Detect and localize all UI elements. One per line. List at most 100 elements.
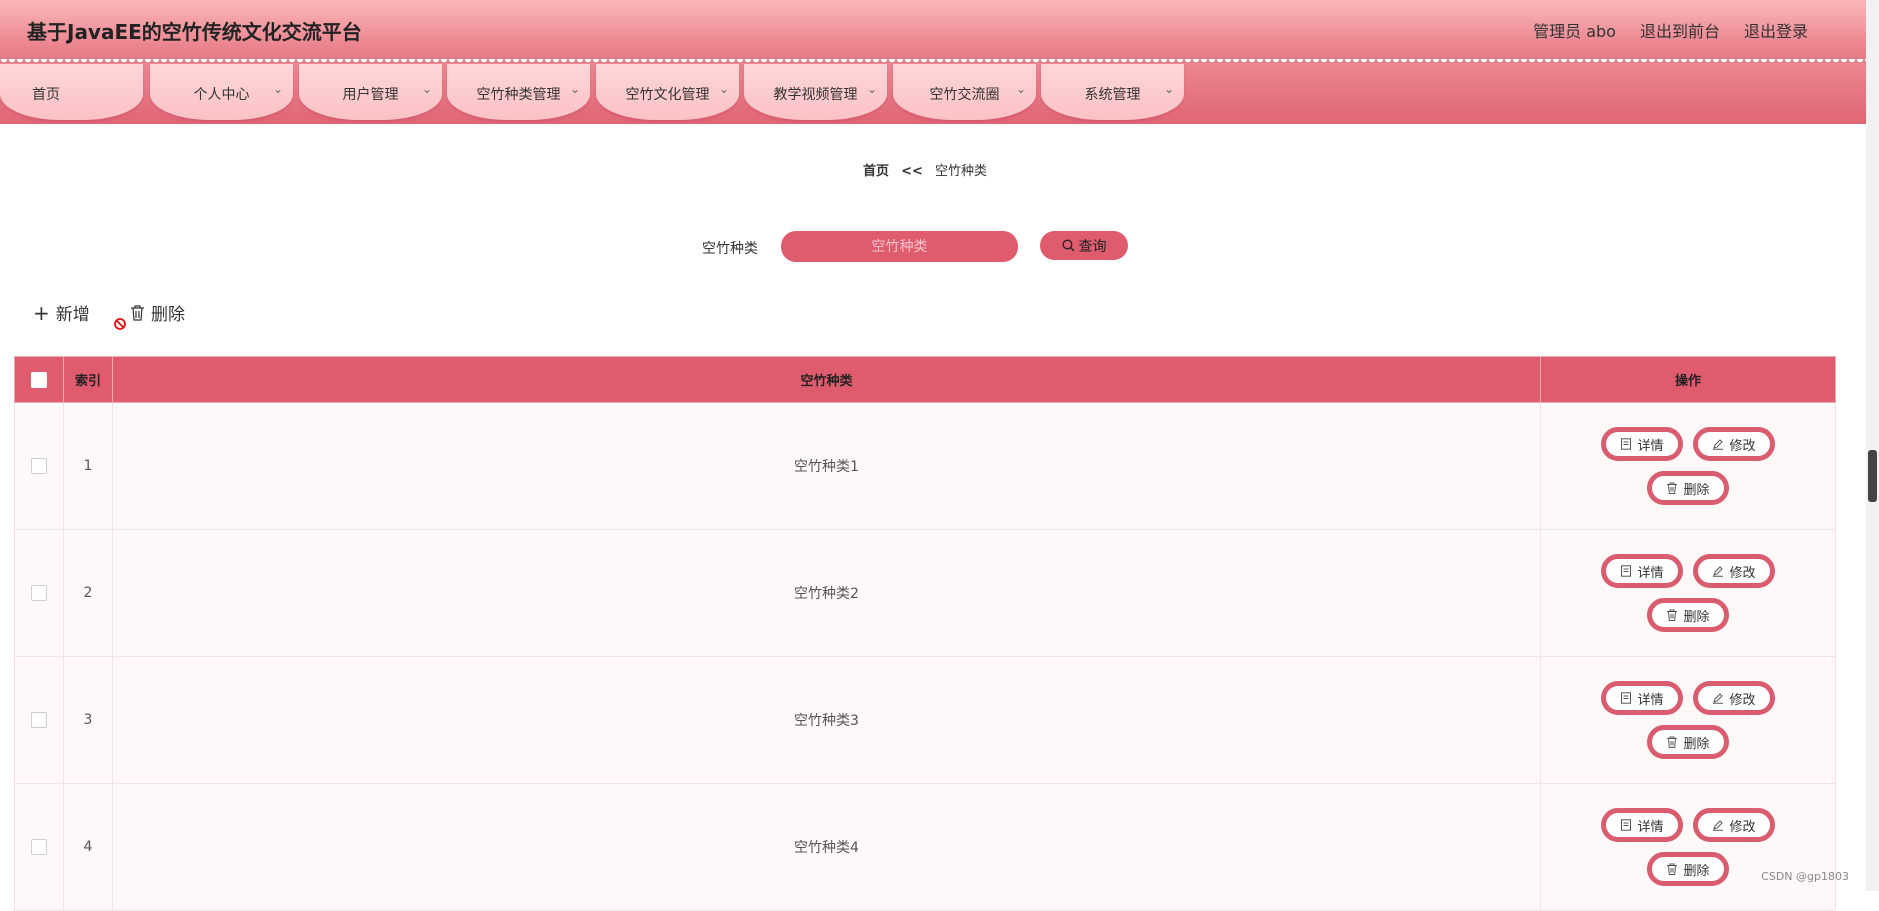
batch-delete-button[interactable]: 删除 xyxy=(130,300,185,325)
trash-icon xyxy=(1667,609,1678,621)
nav-item-label: 教学视频管理 xyxy=(773,87,858,103)
edit-button[interactable]: 修改 xyxy=(1693,681,1775,715)
delete-label: 删除 xyxy=(1683,736,1710,752)
nav-item-video-management[interactable]: 教学视频管理 ⌄ xyxy=(744,64,887,120)
delete-label: 删除 xyxy=(1683,609,1710,625)
delete-button[interactable]: 删除 xyxy=(1647,471,1729,505)
trash-icon xyxy=(131,304,144,321)
site-title: 基于JavaEE的空竹传统文化交流平台 xyxy=(27,20,362,44)
batch-delete-label: 删除 xyxy=(151,305,185,325)
row-category: 空竹种类3 xyxy=(112,656,1541,784)
row-checkbox[interactable] xyxy=(31,712,47,728)
nav-item-label: 空竹种类管理 xyxy=(476,87,561,103)
row-ops-group: 详情 修改 删除 xyxy=(1588,681,1788,759)
row-category: 空竹种类2 xyxy=(112,529,1541,657)
not-allowed-cursor-icon xyxy=(114,318,126,330)
delete-label: 删除 xyxy=(1683,863,1710,879)
select-all-header xyxy=(14,356,64,403)
search-icon xyxy=(1062,239,1074,252)
delete-button[interactable]: 删除 xyxy=(1647,598,1729,632)
search-input[interactable] xyxy=(781,231,1018,262)
chevron-down-icon: ⌄ xyxy=(569,82,580,96)
table-row: 2 空竹种类2 详情 修改 删除 xyxy=(14,529,1836,657)
breadcrumb-home[interactable]: 首页 xyxy=(863,164,889,179)
row-select-cell xyxy=(14,656,64,784)
detail-label: 详情 xyxy=(1637,438,1664,454)
row-index: 4 xyxy=(63,783,113,911)
header-user-menu: 管理员 abo 退出到前台 退出登录 xyxy=(1533,18,1808,42)
row-ops: 详情 修改 删除 xyxy=(1540,656,1836,784)
category-table: 索引 空竹种类 操作 1 空竹种类1 详情 修改 删除 2 空竹种类2 详情 修… xyxy=(14,356,1836,911)
edit-label: 修改 xyxy=(1729,438,1756,454)
nav-item-label: 用户管理 xyxy=(342,87,399,103)
detail-button[interactable]: 详情 xyxy=(1601,427,1683,461)
search-button[interactable]: 查询 xyxy=(1040,231,1128,260)
row-ops: 详情 修改 删除 xyxy=(1540,402,1836,530)
pencil-icon xyxy=(1713,820,1724,831)
nav-item-label: 个人中心 xyxy=(193,87,250,103)
chevron-down-icon: ⌄ xyxy=(272,82,283,96)
search-button-label: 查询 xyxy=(1078,238,1107,255)
edit-label: 修改 xyxy=(1729,565,1756,581)
edit-label: 修改 xyxy=(1729,819,1756,835)
chevron-down-icon: ⌄ xyxy=(718,82,729,96)
table-row: 3 空竹种类3 详情 修改 删除 xyxy=(14,656,1836,784)
category-header: 空竹种类 xyxy=(112,356,1541,403)
index-header: 索引 xyxy=(63,356,113,403)
nav-item-category-management[interactable]: 空竹种类管理 ⌄ xyxy=(447,64,590,120)
page-scrollbar[interactable] xyxy=(1866,0,1879,891)
delete-button[interactable]: 删除 xyxy=(1647,852,1729,886)
plus-icon: + xyxy=(33,300,50,325)
add-button[interactable]: + 新增 xyxy=(33,300,90,326)
nav-item-label: 首页 xyxy=(32,87,60,103)
nav-item-personal-center[interactable]: 个人中心 ⌄ xyxy=(150,64,293,120)
nav-item-system-management[interactable]: 系统管理 ⌄ xyxy=(1041,64,1184,120)
nav-item-user-management[interactable]: 用户管理 ⌄ xyxy=(299,64,442,120)
watermark: CSDN @gp1803 xyxy=(1761,870,1849,883)
nav-item-forum[interactable]: 空竹交流圈 ⌄ xyxy=(893,64,1036,120)
select-all-checkbox[interactable] xyxy=(31,371,47,388)
row-index: 1 xyxy=(63,402,113,530)
chevron-down-icon: ⌄ xyxy=(1015,82,1026,96)
search-label: 空竹种类 xyxy=(702,241,758,257)
detail-label: 详情 xyxy=(1637,692,1664,708)
row-ops-group: 详情 修改 删除 xyxy=(1588,554,1788,632)
detail-button[interactable]: 详情 xyxy=(1601,554,1683,588)
add-button-label: 新增 xyxy=(55,305,90,325)
row-ops-group: 详情 修改 删除 xyxy=(1588,427,1788,505)
edit-label: 修改 xyxy=(1729,692,1756,708)
detail-label: 详情 xyxy=(1637,565,1664,581)
detail-button[interactable]: 详情 xyxy=(1601,808,1683,842)
delete-button[interactable]: 删除 xyxy=(1647,725,1729,759)
row-ops: 详情 修改 删除 xyxy=(1540,783,1836,911)
nav-item-home[interactable]: 首页 xyxy=(0,64,143,120)
row-checkbox[interactable] xyxy=(31,458,47,474)
row-ops: 详情 修改 删除 xyxy=(1540,529,1836,657)
row-checkbox[interactable] xyxy=(31,839,47,855)
table-row: 4 空竹种类4 详情 修改 删除 xyxy=(14,783,1836,911)
row-select-cell xyxy=(14,529,64,657)
exit-to-front-link[interactable]: 退出到前台 xyxy=(1640,18,1720,42)
trash-icon xyxy=(1667,736,1678,748)
logout-link[interactable]: 退出登录 xyxy=(1744,18,1808,42)
nav-item-culture-management[interactable]: 空竹文化管理 ⌄ xyxy=(596,64,739,120)
breadcrumb-separator: << xyxy=(901,164,923,179)
pencil-icon xyxy=(1713,439,1724,450)
edit-button[interactable]: 修改 xyxy=(1693,808,1775,842)
table-header-row: 索引 空竹种类 操作 xyxy=(14,356,1836,403)
row-index: 3 xyxy=(63,656,113,784)
row-category: 空竹种类1 xyxy=(112,402,1541,530)
pencil-icon xyxy=(1713,566,1724,577)
chevron-down-icon: ⌄ xyxy=(421,82,432,96)
detail-button[interactable]: 详情 xyxy=(1601,681,1683,715)
edit-button[interactable]: 修改 xyxy=(1693,554,1775,588)
document-icon xyxy=(1621,692,1632,704)
edit-button[interactable]: 修改 xyxy=(1693,427,1775,461)
scrollbar-thumb[interactable] xyxy=(1868,450,1877,502)
nav-item-label: 系统管理 xyxy=(1084,87,1141,103)
document-icon xyxy=(1621,565,1632,577)
row-select-cell xyxy=(14,402,64,530)
row-checkbox[interactable] xyxy=(31,585,47,601)
current-user-label: 管理员 abo xyxy=(1533,22,1616,41)
row-select-cell xyxy=(14,783,64,911)
